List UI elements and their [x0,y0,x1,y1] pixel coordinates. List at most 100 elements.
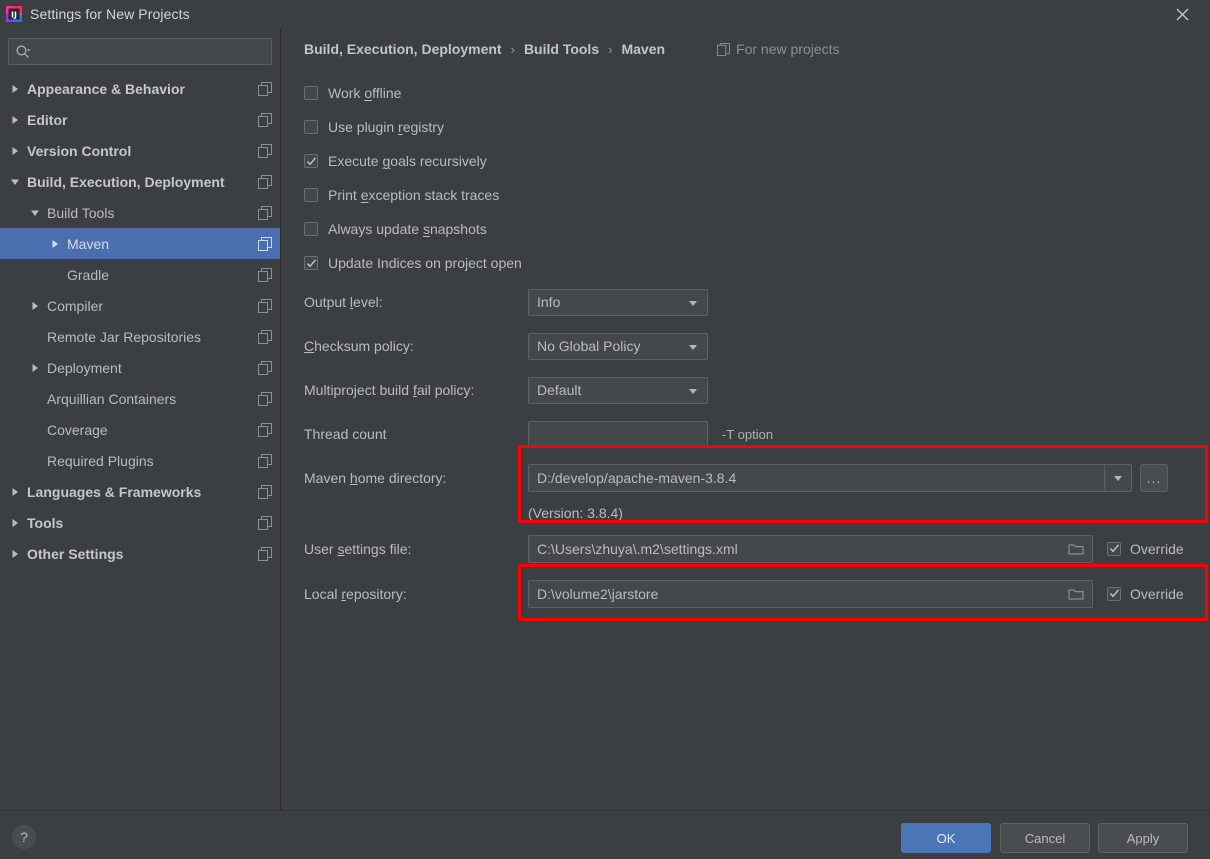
chevron-down-icon[interactable] [28,206,42,220]
chevron-right-icon[interactable] [28,299,42,313]
maven-home-combo[interactable]: D:/develop/apache-maven-3.8.4 [528,464,1132,492]
user-settings-file-row: User settings file: C:\Users\zhuya\.m2\s… [304,526,1210,571]
chevron-right-icon[interactable] [8,144,22,158]
sidebar-item-languages-frameworks[interactable]: Languages & Frameworks [0,476,280,507]
copy-icon[interactable] [258,143,272,158]
chevron-right-icon[interactable] [8,547,22,561]
local-repository-override-label: Override [1130,585,1184,602]
chevron-right-icon[interactable] [8,113,22,127]
sidebar-item-deployment[interactable]: Deployment [0,352,280,383]
sidebar-item-build-tools[interactable]: Build Tools [0,197,280,228]
local-repository-input[interactable]: D:\volume2\jarstore [528,579,1093,608]
sidebar-item-label: Version Control [27,142,132,159]
checkbox-row-use-plugin-registry[interactable]: Use plugin registry [304,110,1210,144]
chevron-right-icon[interactable] [8,82,22,96]
copy-icon[interactable] [258,81,272,96]
user-settings-override-checkbox[interactable] [1107,541,1121,556]
maven-home-browse-button[interactable]: ... [1140,464,1168,492]
user-settings-file-input[interactable]: C:\Users\zhuya\.m2\settings.xml [528,534,1093,563]
copy-icon[interactable] [258,484,272,499]
checkbox-always-update-snapshots[interactable] [304,222,318,236]
cancel-button[interactable]: Cancel [1000,823,1090,853]
checksum-policy-row: Checksum policy: No Global Policy [304,324,1210,368]
breadcrumb: Build, Execution, Deployment › Build Too… [282,32,1210,66]
copy-icon [717,42,731,56]
checkbox-use-plugin-registry[interactable] [304,120,318,134]
checkbox-row-execute-goals-recursively[interactable]: Execute goals recursively [304,144,1210,178]
sidebar-item-other-settings[interactable]: Other Settings [0,538,280,569]
search-input[interactable] [31,43,265,60]
copy-icon[interactable] [258,112,272,127]
sidebar-item-remote-jar-repositories[interactable]: Remote Jar Repositories [0,321,280,352]
copy-icon[interactable] [258,329,272,344]
breadcrumb-separator: › [608,41,613,57]
close-icon[interactable] [1162,0,1202,28]
sidebar-item-compiler[interactable]: Compiler [0,290,280,321]
copy-icon[interactable] [258,453,272,468]
sidebar-item-maven[interactable]: Maven [0,228,280,259]
sidebar-item-build-execution-deployment[interactable]: Build, Execution, Deployment [0,166,280,197]
sidebar-item-required-plugins[interactable]: Required Plugins [0,445,280,476]
copy-icon[interactable] [258,391,272,406]
ok-button[interactable]: OK [901,823,991,853]
copy-icon[interactable] [258,205,272,220]
chevron-right-icon[interactable] [48,237,62,251]
copy-icon[interactable] [258,546,272,561]
chevron-down-icon[interactable] [1105,472,1131,484]
sidebar-item-tools[interactable]: Tools [0,507,280,538]
sidebar-item-arquillian-containers[interactable]: Arquillian Containers [0,383,280,414]
chevron-down-icon [687,384,699,396]
sidebar-item-coverage[interactable]: Coverage [0,414,280,445]
copy-icon[interactable] [258,360,272,375]
copy-icon[interactable] [258,515,272,530]
checkbox-label-print-exception-stack-traces: Print exception stack traces [328,187,500,203]
sidebar-item-appearance-behavior[interactable]: Appearance & Behavior [0,73,280,104]
copy-icon[interactable] [258,422,272,437]
local-repository-override-checkbox[interactable] [1107,586,1121,601]
output-level-select[interactable]: Info [528,288,708,316]
chevron-down-icon[interactable] [8,175,22,189]
sidebar-item-gradle[interactable]: Gradle [0,259,280,290]
folder-icon[interactable] [1068,587,1084,601]
folder-icon[interactable] [1068,542,1084,556]
checksum-policy-select[interactable]: No Global Policy [528,332,708,360]
sidebar-item-version-control[interactable]: Version Control [0,135,280,166]
for-new-projects-badge: For new projects [717,41,840,57]
copy-icon[interactable] [258,236,272,251]
copy-icon[interactable] [258,298,272,313]
apply-button[interactable]: Apply [1098,823,1188,853]
checkbox-row-print-exception-stack-traces[interactable]: Print exception stack traces [304,178,1210,212]
maven-home-value: D:/develop/apache-maven-3.8.4 [537,470,737,486]
copy-icon[interactable] [258,174,272,189]
checkbox-execute-goals-recursively[interactable] [304,154,318,168]
checkbox-row-update-indices-on-project-open[interactable]: Update Indices on project open [304,246,1210,280]
user-settings-override[interactable]: Override [1107,541,1184,557]
checkbox-update-indices-on-project-open[interactable] [304,256,318,270]
thread-count-hint: -T option [722,426,774,442]
checkbox-row-always-update-snapshots[interactable]: Always update snapshots [304,212,1210,246]
sidebar-item-label: Appearance & Behavior [27,80,185,97]
checkbox-label-use-plugin-registry: Use plugin registry [328,119,444,135]
breadcrumb-item-1[interactable]: Build Tools [524,41,599,57]
checkbox-print-exception-stack-traces[interactable] [304,188,318,202]
chevron-right-icon[interactable] [8,485,22,499]
local-repository-row: Local repository: D:\volume2\jarstore Ov… [304,571,1210,616]
help-button[interactable]: ? [12,825,36,849]
thread-count-input[interactable] [528,420,708,448]
chevron-right-icon[interactable] [8,516,22,530]
local-repository-override[interactable]: Override [1107,586,1184,602]
sidebar-item-editor[interactable]: Editor [0,104,280,135]
copy-icon[interactable] [258,267,272,282]
checkbox-label-execute-goals-recursively: Execute goals recursively [328,153,487,169]
sidebar-item-label: Compiler [47,297,104,314]
chevron-right-icon[interactable] [28,361,42,375]
breadcrumb-item-0[interactable]: Build, Execution, Deployment [304,41,502,57]
checkbox-row-work-offline[interactable]: Work offline [304,76,1210,110]
sidebar-item-label: Coverage [47,421,108,438]
user-settings-file-value: C:\Users\zhuya\.m2\settings.xml [537,540,738,557]
checkbox-label-work-offline: Work offline [328,85,402,101]
user-settings-override-label: Override [1130,540,1184,557]
checkbox-work-offline[interactable] [304,86,318,100]
search-box[interactable] [8,38,272,65]
multiproject-fail-policy-select[interactable]: Default [528,376,708,404]
